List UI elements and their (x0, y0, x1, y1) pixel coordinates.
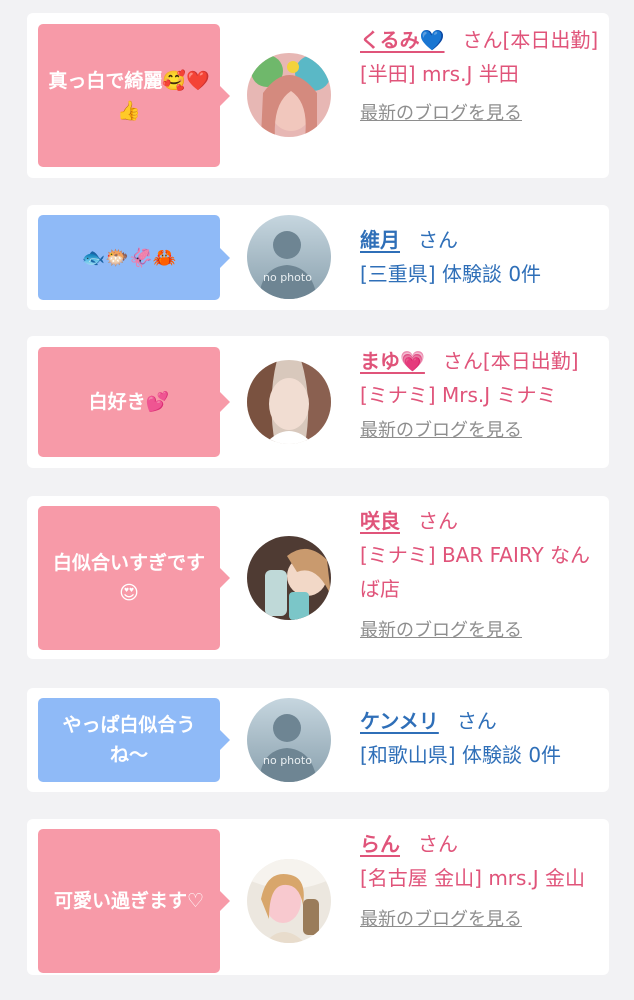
comment-text: やっぱ白似合うね〜 (62, 714, 196, 766)
user-name-link[interactable]: らん (360, 832, 400, 856)
honorific: さん (462, 28, 503, 52)
honorific: さん (442, 349, 483, 373)
avatar[interactable]: no photo (247, 698, 331, 782)
comment-bubble: やっぱ白似合うね〜 (38, 698, 230, 782)
shop-info: [ミナミ] BAR FAIRY なんば店 (360, 543, 591, 601)
user-name-link[interactable]: 咲良 (360, 509, 400, 533)
shop-info: [ミナミ] Mrs.J ミナミ (360, 383, 557, 407)
no-photo-text: no photo (263, 754, 312, 767)
user-info: くるみ💙 さん[本日出勤] [半田] mrs.J 半田 最新のブログを見る (360, 23, 605, 129)
avatar[interactable] (247, 360, 331, 444)
user-info: らん さん [名古屋 金山] mrs.J 金山 最新のブログを見る (360, 827, 605, 937)
comment-text: 白似合いすぎです😍 (52, 552, 205, 604)
comment-list: 真っ白で綺麗🥰❤️👍 くるみ💙 さん[本日出勤] [半田] mrs.J 半田 最新… (0, 0, 634, 1000)
comment-bubble: 真っ白で綺麗🥰❤️👍 (38, 24, 230, 167)
latest-blog-link[interactable]: 最新のブログを見る (360, 620, 522, 641)
honorific: さん (418, 509, 458, 533)
shop-info: [半田] mrs.J 半田 (360, 62, 519, 86)
comment-bubble: 可愛い過ぎます♡ (38, 829, 230, 973)
user-info: まゆ💗 さん[本日出勤] [ミナミ] Mrs.J ミナミ 最新のブログを見る (360, 344, 605, 448)
comment-bubble: 白好き💕 (38, 347, 230, 457)
avatar[interactable] (247, 536, 331, 620)
honorific: さん (418, 832, 458, 856)
user-name-link[interactable]: 維月 (360, 228, 400, 252)
comment-card: 🐟🐡🦑🦀 no photo 維月 さん [三重県] 体験談 0件 (27, 205, 609, 310)
comment-card: 白好き💕 まゆ💗 さん[本日出勤] [ミナミ] Mrs.J ミナミ 最新のブログを… (27, 336, 609, 468)
comment-text: 白好き💕 (88, 391, 170, 413)
avatar[interactable] (247, 53, 331, 137)
shop-info: [三重県] 体験談 0件 (360, 262, 542, 286)
latest-blog-link[interactable]: 最新のブログを見る (360, 420, 522, 441)
honorific: さん (456, 709, 497, 733)
comment-text: 🐟🐡🦑🦀 (81, 246, 177, 269)
user-info: 咲良 さん [ミナミ] BAR FAIRY なんば店 最新のブログを見る (360, 504, 605, 648)
comment-card: 可愛い過ぎます♡ らん さん [名古屋 金山] mrs.J 金山 最新のブログを見… (27, 819, 609, 975)
user-name-link[interactable]: くるみ💙 (360, 28, 445, 52)
shop-info: [和歌山県] 体験談 0件 (360, 743, 562, 767)
avatar[interactable]: no photo (247, 215, 331, 299)
comment-bubble: 白似合いすぎです😍 (38, 506, 230, 650)
latest-blog-link[interactable]: 最新のブログを見る (360, 103, 522, 124)
shop-info: [名古屋 金山] mrs.J 金山 (360, 866, 586, 890)
work-status: [本日出勤] (502, 28, 599, 52)
user-info: 維月 さん [三重県] 体験談 0件 (360, 223, 605, 291)
work-status: [本日出勤] (482, 349, 579, 373)
latest-blog-link[interactable]: 最新のブログを見る (360, 909, 522, 930)
avatar[interactable] (247, 859, 331, 943)
user-info: ケンメリ さん [和歌山県] 体験談 0件 (360, 704, 605, 772)
comment-bubble: 🐟🐡🦑🦀 (38, 215, 230, 300)
user-name-link[interactable]: ケンメリ (360, 709, 439, 733)
no-photo-text: no photo (263, 271, 312, 284)
comment-card: 真っ白で綺麗🥰❤️👍 くるみ💙 さん[本日出勤] [半田] mrs.J 半田 最新… (27, 13, 609, 178)
comment-card: やっぱ白似合うね〜 no photo ケンメリ さん [和歌山県] 体験談 0件 (27, 688, 609, 792)
user-name-link[interactable]: まゆ💗 (360, 349, 425, 373)
comment-text: 可愛い過ぎます♡ (53, 890, 205, 912)
comment-text: 真っ白で綺麗🥰❤️👍 (48, 69, 210, 122)
comment-card: 白似合いすぎです😍 咲良 さん [ミナミ] BAR FAIRY なんば店 最新のブ… (27, 496, 609, 659)
honorific: さん (418, 228, 458, 252)
